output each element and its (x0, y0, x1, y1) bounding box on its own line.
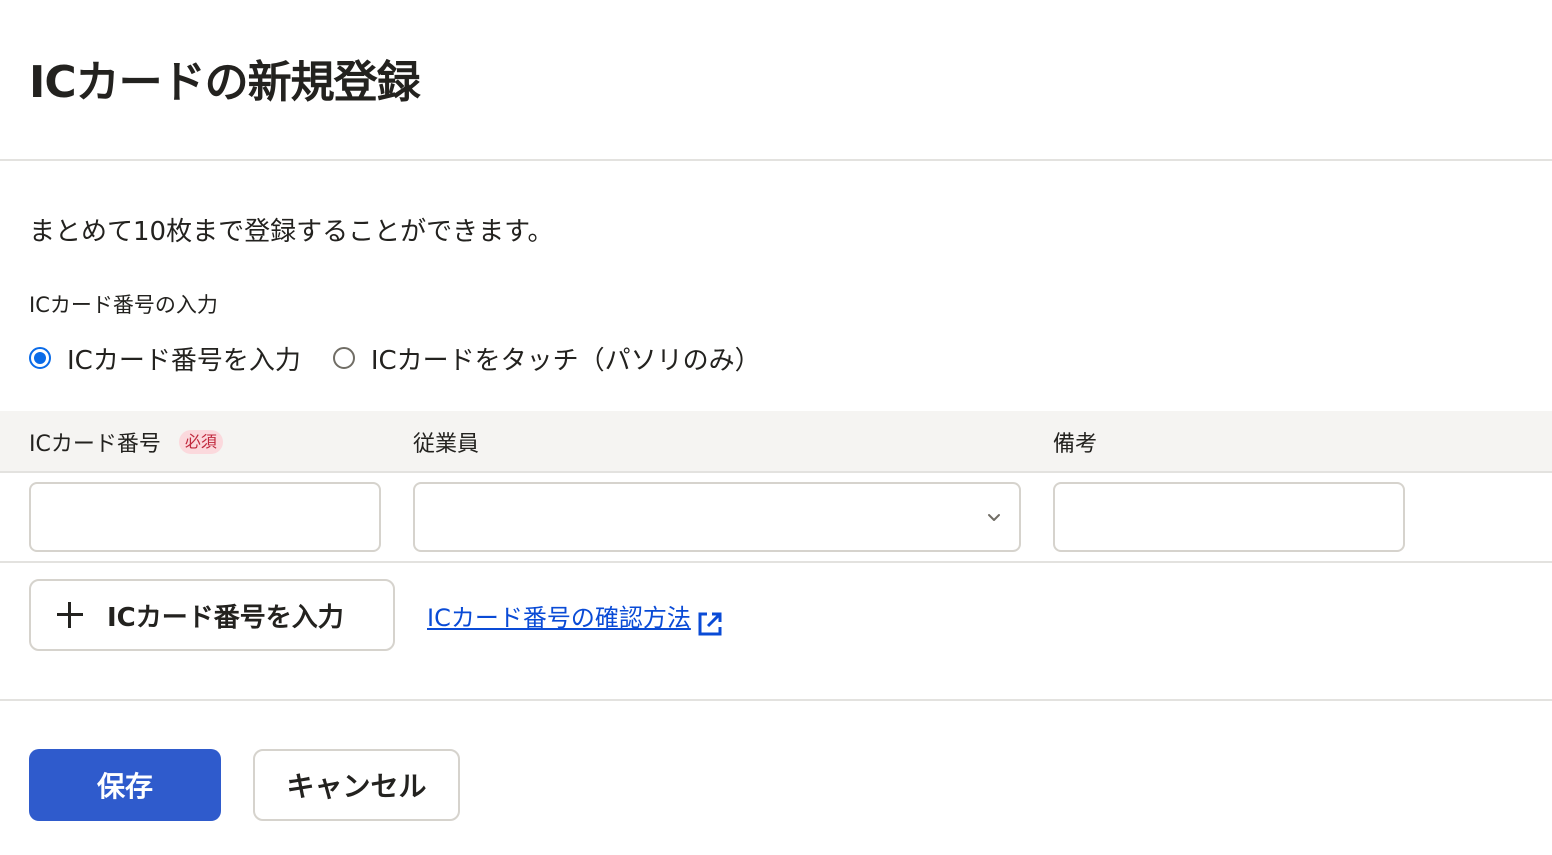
radio-button-touch-card[interactable] (332, 347, 355, 369)
table-row (0, 473, 1552, 563)
add-card-number-button[interactable]: ICカード番号を入力 (29, 579, 395, 651)
radio-label-manual-input: ICカード番号を入力 (67, 345, 301, 376)
chevron-down-icon (988, 514, 1000, 521)
plus-icon (55, 600, 85, 630)
save-button[interactable]: 保存 (29, 749, 221, 821)
radio-option-manual-input[interactable]: ICカード番号を入力 (29, 340, 301, 377)
column-header-card-number-label: ICカード番号 (29, 432, 161, 457)
card-number-help-link[interactable]: ICカード番号の確認方法 (427, 598, 727, 636)
column-header-notes-label: 備考 (1053, 432, 1098, 457)
card-number-input[interactable] (29, 482, 381, 552)
page-title: ICカードの新規登録 (29, 57, 421, 108)
input-method-radio-group: ICカード番号を入力 ICカードをタッチ（パソリのみ） (29, 340, 793, 376)
required-badge: 必須 (178, 430, 223, 454)
add-card-number-button-label: ICカード番号を入力 (107, 602, 344, 633)
radio-button-manual-input[interactable] (29, 347, 51, 369)
column-header-card-number: ICカード番号 必須 (29, 426, 223, 458)
cancel-button[interactable]: キャンセル (253, 749, 460, 821)
column-header-employee-label: 従業員 (413, 432, 480, 457)
external-link-icon (698, 612, 722, 636)
column-header-employee: 従業員 (413, 426, 479, 458)
table-header: ICカード番号 必須 従業員 備考 (0, 411, 1552, 473)
footer-divider (0, 699, 1552, 701)
employee-select[interactable] (413, 482, 1021, 552)
dialog-header: ICカードの新規登録 (0, 0, 1552, 161)
card-number-help-link-text: ICカード番号の確認方法 (427, 604, 691, 632)
column-header-notes: 備考 (1053, 426, 1097, 458)
radio-label-touch-card: ICカードをタッチ（パソリのみ） (370, 345, 761, 376)
notes-input[interactable] (1053, 482, 1405, 552)
radio-option-touch-card[interactable]: ICカードをタッチ（パソリのみ） (332, 340, 761, 377)
form-description: まとめて10枚まで登録することができます。 (29, 217, 554, 247)
input-method-label: ICカード番号の入力 (29, 293, 218, 317)
